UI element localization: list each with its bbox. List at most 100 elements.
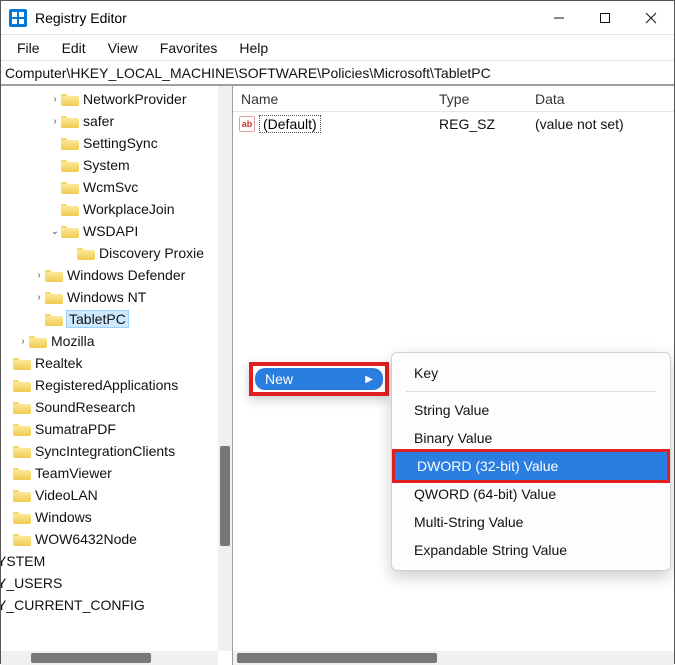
tree-node[interactable]: TabletPC — [1, 308, 232, 330]
tree-node-label: Y_USERS — [1, 575, 62, 591]
tree-node-label: Windows — [35, 509, 92, 525]
tree-node[interactable]: SumatraPDF — [1, 418, 232, 440]
value-type: REG_SZ — [431, 116, 527, 132]
tree-node-label: Y_CURRENT_CONFIG — [1, 597, 145, 613]
submenu-binary[interactable]: Binary Value — [392, 424, 670, 452]
tree-node[interactable]: WOW6432Node — [1, 528, 232, 550]
value-row[interactable]: ab (Default) REG_SZ (value not set) — [233, 112, 674, 136]
tree-node[interactable]: SettingSync — [1, 132, 232, 154]
tree-node-label: Windows NT — [67, 289, 146, 305]
folder-icon — [61, 92, 79, 106]
tree-node-label: WSDAPI — [83, 223, 138, 239]
folder-icon — [13, 400, 31, 414]
tree-node[interactable]: SoundResearch — [1, 396, 232, 418]
menu-edit[interactable]: Edit — [52, 38, 96, 58]
list-header: Name Type Data — [233, 86, 674, 112]
string-value-icon: ab — [239, 116, 255, 132]
tree-node-label: WcmSvc — [83, 179, 138, 195]
tree-node[interactable]: Realtek — [1, 352, 232, 374]
tree-hscrollbar[interactable] — [1, 651, 218, 665]
folder-icon — [77, 246, 95, 260]
tree-node[interactable]: System — [1, 154, 232, 176]
tree-node[interactable]: SyncIntegrationClients — [1, 440, 232, 462]
tree-node[interactable]: WorkplaceJoin — [1, 198, 232, 220]
tree-node-label: Windows Defender — [67, 267, 185, 283]
folder-icon — [45, 312, 63, 326]
tree-node[interactable]: RegisteredApplications — [1, 374, 232, 396]
tree-node-label: SyncIntegrationClients — [35, 443, 175, 459]
tree-node[interactable]: Y_USERS — [1, 572, 232, 594]
context-menu-primary: New ▶ — [249, 362, 389, 396]
address-text: Computer\HKEY_LOCAL_MACHINE\SOFTWARE\Pol… — [5, 65, 491, 81]
window-title: Registry Editor — [35, 10, 127, 26]
folder-icon — [13, 466, 31, 480]
tree-node[interactable]: TeamViewer — [1, 462, 232, 484]
chevron-right-icon[interactable]: › — [33, 270, 45, 281]
chevron-down-icon[interactable]: ⌄ — [49, 226, 61, 237]
menu-favorites[interactable]: Favorites — [150, 38, 228, 58]
chevron-right-icon[interactable]: › — [33, 292, 45, 303]
chevron-right-icon[interactable]: › — [17, 336, 29, 347]
tree-pane: ›NetworkProvider›saferSettingSyncSystemW… — [1, 86, 233, 665]
window-controls — [536, 1, 674, 35]
submenu-qword[interactable]: QWORD (64-bit) Value — [392, 480, 670, 508]
submenu-key[interactable]: Key — [392, 359, 670, 387]
tree-node-label: safer — [83, 113, 114, 129]
tree-node-label: VideoLAN — [35, 487, 98, 503]
folder-icon — [61, 136, 79, 150]
tree-node-label: YSTEM — [1, 553, 45, 569]
menu-file[interactable]: File — [7, 38, 50, 58]
folder-icon — [45, 290, 63, 304]
folder-icon — [61, 224, 79, 238]
chevron-right-icon[interactable]: › — [49, 116, 61, 127]
tree-node[interactable]: › Mozilla — [1, 330, 232, 352]
folder-icon — [13, 532, 31, 546]
column-type[interactable]: Type — [431, 91, 527, 107]
address-bar[interactable]: Computer\HKEY_LOCAL_MACHINE\SOFTWARE\Pol… — [1, 61, 674, 85]
menu-view[interactable]: View — [98, 38, 148, 58]
titlebar: Registry Editor — [1, 1, 674, 35]
tree-node[interactable]: VideoLAN — [1, 484, 232, 506]
close-button[interactable] — [628, 1, 674, 35]
tree-node[interactable]: › safer — [1, 110, 232, 132]
folder-icon — [13, 378, 31, 392]
folder-icon — [13, 510, 31, 524]
tree-node[interactable]: YSTEM — [1, 550, 232, 572]
submenu-arrow-icon: ▶ — [365, 374, 373, 385]
chevron-right-icon[interactable]: › — [49, 94, 61, 105]
context-menu-submenu: Key String Value Binary Value DWORD (32-… — [391, 352, 671, 571]
column-name[interactable]: Name — [233, 91, 431, 107]
submenu-dword[interactable]: DWORD (32-bit) Value — [392, 449, 670, 483]
tree-node[interactable]: › Windows NT — [1, 286, 232, 308]
column-data[interactable]: Data — [527, 91, 674, 107]
list-hscrollbar[interactable] — [233, 651, 674, 665]
tree-node-label: RegisteredApplications — [35, 377, 178, 393]
tree-node[interactable]: Y_CURRENT_CONFIG — [1, 594, 232, 616]
menu-help[interactable]: Help — [229, 38, 278, 58]
app-icon — [9, 9, 27, 27]
maximize-button[interactable] — [582, 1, 628, 35]
value-data: (value not set) — [527, 116, 624, 132]
submenu-expandstring[interactable]: Expandable String Value — [392, 536, 670, 564]
tree-node[interactable]: › Windows Defender — [1, 264, 232, 286]
submenu-multistring[interactable]: Multi-String Value — [392, 508, 670, 536]
tree-node[interactable]: Windows — [1, 506, 232, 528]
tree-node[interactable]: Discovery Proxie — [1, 242, 232, 264]
folder-icon — [61, 158, 79, 172]
tree-node[interactable]: ›NetworkProvider — [1, 88, 232, 110]
tree-vscrollbar[interactable] — [218, 86, 232, 651]
tree-node[interactable]: WcmSvc — [1, 176, 232, 198]
folder-icon — [61, 202, 79, 216]
tree-node-label: Mozilla — [51, 333, 95, 349]
minimize-button[interactable] — [536, 1, 582, 35]
submenu-string[interactable]: String Value — [392, 396, 670, 424]
folder-icon — [13, 444, 31, 458]
folder-icon — [13, 488, 31, 502]
folder-icon — [29, 334, 47, 348]
context-new-item[interactable]: New ▶ — [255, 368, 383, 390]
tree-node-label: TabletPC — [69, 311, 126, 327]
folder-icon — [61, 180, 79, 194]
tree-node-label: SumatraPDF — [35, 421, 116, 437]
tree-node-label: WorkplaceJoin — [83, 201, 175, 217]
tree-node[interactable]: ⌄ WSDAPI — [1, 220, 232, 242]
